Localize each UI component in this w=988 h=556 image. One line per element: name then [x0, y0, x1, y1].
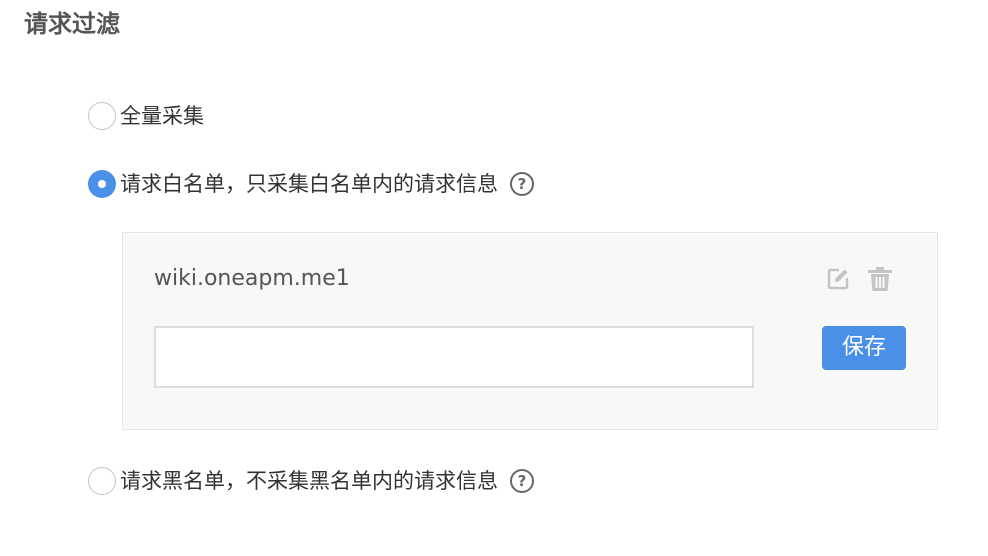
radio-whitelist[interactable] — [88, 170, 116, 198]
whitelist-entry: wiki.oneapm.me1 — [154, 266, 350, 291]
help-circle-icon[interactable]: ? — [510, 469, 534, 493]
radio-full-collection[interactable] — [88, 102, 116, 130]
option-blacklist-label: 请求黑名单，不采集黑名单内的请求信息 — [120, 469, 498, 493]
option-full-collection[interactable]: 全量采集 — [88, 102, 204, 130]
save-button[interactable]: 保存 — [822, 326, 906, 370]
option-whitelist[interactable]: 请求白名单，只采集白名单内的请求信息 ? — [88, 170, 534, 198]
option-whitelist-label: 请求白名单，只采集白名单内的请求信息 — [120, 172, 498, 196]
edit-icon[interactable] — [826, 267, 850, 291]
section-title: 请求过滤 — [24, 10, 120, 38]
trash-icon[interactable] — [866, 265, 894, 293]
radio-blacklist[interactable] — [88, 467, 116, 495]
option-full-collection-label: 全量采集 — [120, 104, 204, 128]
help-circle-icon[interactable]: ? — [510, 172, 534, 196]
option-blacklist[interactable]: 请求黑名单，不采集黑名单内的请求信息 ? — [88, 467, 534, 495]
request-filter-page: 请求过滤 全量采集 请求白名单，只采集白名单内的请求信息 ? wiki.onea… — [0, 0, 988, 556]
whitelist-entry-input[interactable] — [154, 326, 754, 388]
whitelist-panel: wiki.oneapm.me1 保存 — [122, 232, 938, 430]
